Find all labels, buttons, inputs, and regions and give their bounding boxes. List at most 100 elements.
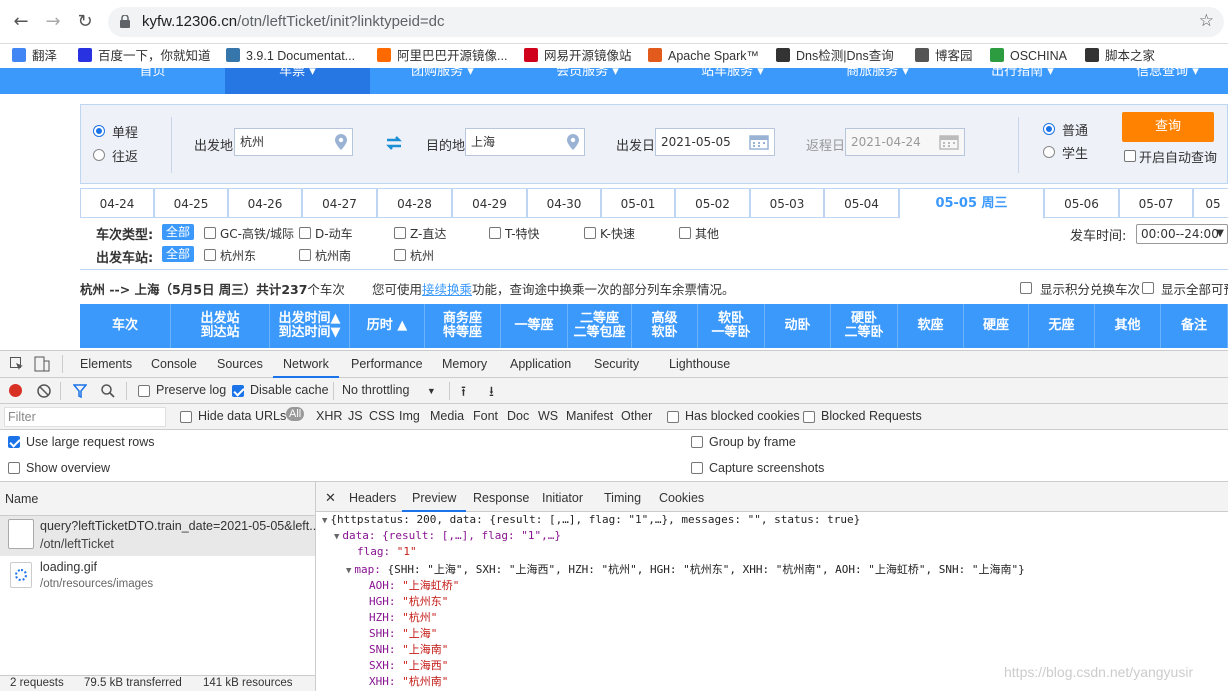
detail-tab[interactable]: Response bbox=[473, 491, 529, 505]
large-rows-checkbox[interactable] bbox=[8, 436, 20, 448]
resource-type-filter[interactable]: Other bbox=[621, 409, 652, 423]
station-checkbox[interactable] bbox=[299, 249, 311, 261]
bookmark-item[interactable]: 脚本之家 bbox=[1085, 47, 1155, 65]
to-input[interactable]: 上海 bbox=[465, 128, 585, 156]
table-column-header[interactable]: 二等座 二等包座 bbox=[568, 304, 632, 348]
record-icon[interactable] bbox=[9, 384, 22, 397]
train-type-checkbox[interactable] bbox=[489, 227, 501, 239]
reload-icon[interactable]: ↻ bbox=[72, 9, 98, 35]
address-bar[interactable]: kyfw.12306.cn/otn/leftTicket/init?linkty… bbox=[108, 7, 1224, 37]
date-tab[interactable]: 04-29 bbox=[452, 188, 527, 218]
train-type-checkbox[interactable] bbox=[394, 227, 406, 239]
inspect-element-icon[interactable] bbox=[10, 357, 24, 371]
station-all-button[interactable]: 全部 bbox=[162, 246, 194, 262]
request-row[interactable]: loading.gif /otn/resources/images bbox=[0, 556, 315, 596]
search-icon[interactable] bbox=[101, 384, 115, 398]
date-tab[interactable]: 04-26 bbox=[228, 188, 302, 218]
table-column-header[interactable]: 备注 bbox=[1161, 304, 1228, 348]
show-overview-checkbox[interactable] bbox=[8, 462, 20, 474]
date-tab[interactable]: 04-25 bbox=[154, 188, 228, 218]
transfer-link[interactable]: 接续换乘 bbox=[422, 282, 472, 297]
return-date-input[interactable]: 2021-04-24 bbox=[845, 128, 965, 156]
table-column-header[interactable]: 车次 bbox=[80, 304, 171, 348]
capture-screenshots-checkbox[interactable] bbox=[691, 462, 703, 474]
devtools-tab[interactable]: Performance bbox=[351, 357, 423, 371]
table-column-header[interactable]: 硬卧 二等卧 bbox=[831, 304, 898, 348]
site-nav-item[interactable]: 团购服务 ▾ bbox=[370, 68, 515, 94]
station-checkbox[interactable] bbox=[204, 249, 216, 261]
devtools-tab[interactable]: Console bbox=[151, 357, 197, 371]
bookmark-item[interactable]: 3.9.1 Documentat... bbox=[226, 47, 355, 65]
ticket-normal-radio[interactable] bbox=[1043, 123, 1055, 135]
train-type-all-button[interactable]: 全部 bbox=[162, 224, 194, 240]
bookmark-item[interactable]: 翻泽 bbox=[12, 47, 57, 65]
calendar-icon[interactable] bbox=[939, 134, 959, 150]
table-column-header[interactable]: 软座 bbox=[898, 304, 964, 348]
resource-type-filter[interactable]: CSS bbox=[369, 409, 395, 423]
export-har-icon[interactable]: ⭳ bbox=[489, 381, 494, 405]
table-column-header[interactable]: 动卧 bbox=[765, 304, 831, 348]
preview-map-line[interactable]: ▼ map: {SHH: "上海", SXH: "上海西", HZH: "杭州",… bbox=[346, 561, 1025, 577]
detail-tab[interactable]: Preview bbox=[401, 491, 468, 512]
table-column-header[interactable]: 软卧 一等卧 bbox=[698, 304, 765, 348]
date-tab[interactable]: 05-02 bbox=[675, 188, 750, 218]
site-nav-item[interactable]: 首页 bbox=[80, 68, 225, 94]
date-tab[interactable]: 05-01 bbox=[601, 188, 675, 218]
group-by-frame-checkbox[interactable] bbox=[691, 436, 703, 448]
resource-type-filter[interactable]: Font bbox=[473, 409, 498, 423]
filter-funnel-icon[interactable] bbox=[73, 384, 87, 398]
bookmark-item[interactable]: 百度一下，你就知道 bbox=[78, 47, 211, 65]
request-row[interactable]: query?leftTicketDTO.train_date=2021-05-0… bbox=[0, 516, 320, 556]
bookmark-item[interactable]: OSCHINA bbox=[990, 47, 1067, 65]
devtools-tab[interactable]: Network bbox=[273, 357, 339, 378]
resource-type-filter[interactable]: Manifest bbox=[566, 409, 613, 423]
disable-cache-checkbox[interactable] bbox=[232, 385, 244, 397]
resource-type-filter[interactable]: All bbox=[286, 407, 305, 421]
location-pin-icon[interactable] bbox=[567, 134, 579, 150]
bookmark-star-icon[interactable]: ☆ bbox=[1199, 11, 1214, 31]
devtools-tab[interactable]: Sources bbox=[217, 357, 263, 371]
devtools-tab[interactable]: Elements bbox=[80, 357, 132, 371]
date-tab[interactable]: 04-27 bbox=[302, 188, 377, 218]
date-tab[interactable]: 05 bbox=[1193, 188, 1228, 218]
close-icon[interactable]: ✕ bbox=[325, 490, 336, 506]
devtools-tab[interactable]: Memory bbox=[442, 357, 487, 371]
device-toolbar-icon[interactable] bbox=[34, 356, 50, 372]
forward-arrow-icon[interactable]: → bbox=[40, 9, 66, 35]
preview-data-line[interactable]: ▼ data: {result: [,…], flag: "1",…} bbox=[334, 529, 561, 542]
resource-type-filter[interactable]: XHR bbox=[316, 409, 342, 423]
preview-root-line[interactable]: ▼ {httpstatus: 200, data: {result: [,…], … bbox=[322, 513, 860, 526]
table-column-header[interactable]: 硬座 bbox=[964, 304, 1029, 348]
devtools-tab[interactable]: Security bbox=[594, 357, 639, 371]
date-tab[interactable]: 05-03 bbox=[750, 188, 824, 218]
table-column-header[interactable]: 高级 软卧 bbox=[632, 304, 698, 348]
table-column-header[interactable]: 出发站 到达站 bbox=[171, 304, 270, 348]
detail-tab[interactable]: Initiator bbox=[542, 491, 583, 505]
name-column-header[interactable]: Name bbox=[5, 492, 38, 506]
site-nav-item[interactable]: 出行指南 ▾ bbox=[950, 68, 1095, 94]
site-nav-item[interactable]: 车票 ▾ bbox=[225, 68, 370, 94]
bookmark-item[interactable]: Dns检测|Dns查询 bbox=[776, 47, 894, 65]
resource-type-filter[interactable]: JS bbox=[348, 409, 363, 423]
train-type-checkbox[interactable] bbox=[679, 227, 691, 239]
date-tab[interactable]: 04-30 bbox=[527, 188, 601, 218]
oneway-radio[interactable] bbox=[93, 125, 105, 137]
date-tab[interactable]: 05-05 周三 bbox=[899, 188, 1044, 219]
import-har-icon[interactable]: ⭱ bbox=[461, 381, 466, 405]
filter-input[interactable]: Filter bbox=[4, 407, 166, 427]
from-input[interactable]: 杭州 bbox=[234, 128, 353, 156]
blocked-requests-checkbox[interactable] bbox=[803, 411, 815, 423]
auto-query-checkbox[interactable] bbox=[1124, 150, 1136, 162]
clear-icon[interactable] bbox=[37, 384, 51, 398]
detail-tab[interactable]: Headers bbox=[349, 491, 396, 505]
date-tab[interactable]: 04-28 bbox=[377, 188, 452, 218]
table-column-header[interactable]: 一等座 bbox=[501, 304, 568, 348]
bookmark-item[interactable]: Apache Spark™ bbox=[648, 47, 759, 65]
devtools-tab[interactable]: Application bbox=[510, 357, 571, 371]
depart-date-input[interactable]: 2021-05-05 bbox=[655, 128, 775, 156]
hide-data-urls-checkbox[interactable] bbox=[180, 411, 192, 423]
devtools-tab[interactable]: Lighthouse bbox=[669, 357, 730, 371]
ticket-student-radio[interactable] bbox=[1043, 146, 1055, 158]
calendar-icon[interactable] bbox=[749, 134, 769, 150]
blocked-cookies-checkbox[interactable] bbox=[667, 411, 679, 423]
